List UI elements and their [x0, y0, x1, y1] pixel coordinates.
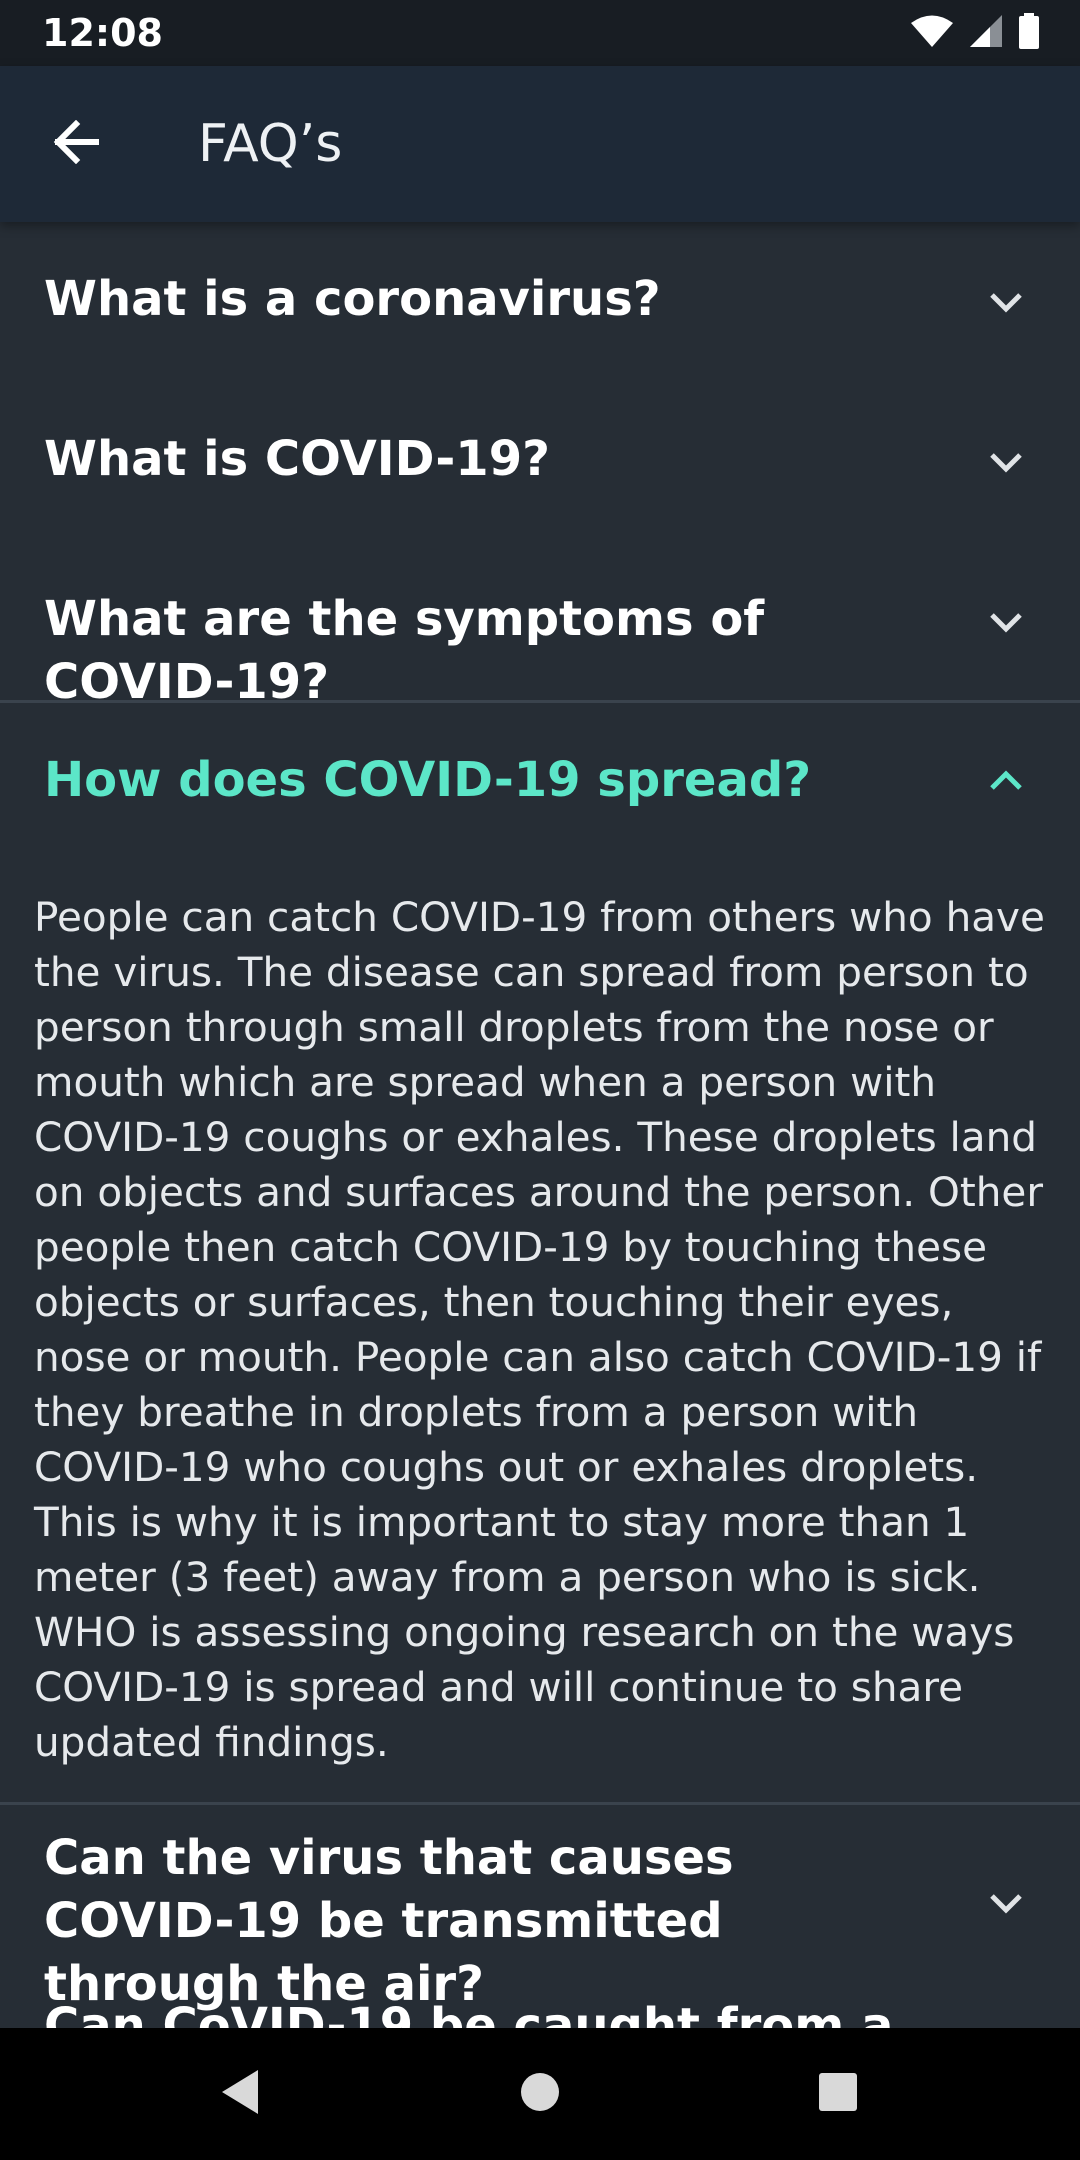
- faq-item-covid19[interactable]: What is COVID-19?: [0, 382, 1080, 542]
- nav-home-button[interactable]: [500, 2054, 580, 2134]
- page-title: FAQ’s: [198, 114, 343, 174]
- navigation-bar: [0, 2028, 1080, 2160]
- status-icons: [910, 13, 1040, 53]
- status-time: 12:08: [42, 11, 163, 55]
- chevron-down-icon[interactable]: [984, 440, 1028, 484]
- square-recents-icon: [817, 2071, 859, 2117]
- faq-question-active: How does COVID-19 spread?: [44, 752, 812, 808]
- circle-home-icon: [519, 2071, 561, 2117]
- faq-question: Can CoVID-19 be caught from a: [44, 1998, 894, 2028]
- wifi-icon: [910, 14, 954, 52]
- faq-question: What is COVID-19?: [44, 431, 550, 487]
- faq-question: Can the virus that causes COVID-19 be tr…: [44, 1830, 734, 2012]
- battery-icon: [1018, 13, 1040, 53]
- faq-item-coronavirus[interactable]: What is a coronavirus?: [0, 222, 1080, 382]
- faq-question: What is a coronavirus?: [44, 271, 661, 327]
- faq-item-symptoms[interactable]: What are the symptoms of COVID-19?: [0, 542, 1080, 710]
- app-bar: FAQ’s: [0, 66, 1080, 222]
- chevron-down-icon[interactable]: [984, 600, 1028, 644]
- triangle-back-icon: [218, 2068, 262, 2120]
- faq-item-spread[interactable]: How does COVID-19 spread?: [0, 703, 1080, 863]
- faq-question: What are the symptoms of COVID-19?: [44, 591, 765, 710]
- arrow-left-icon: [52, 119, 100, 168]
- chevron-down-icon[interactable]: [984, 1881, 1028, 1925]
- nav-recents-button[interactable]: [798, 2054, 878, 2134]
- back-button[interactable]: [34, 102, 118, 186]
- faq-list: What is a coronavirus? What is COVID-19?…: [0, 222, 1080, 2028]
- faq-screen: 12:08 FAQ’s What is a coronavirus? What …: [0, 0, 1080, 2160]
- faq-answer: People can catch COVID-19 from others wh…: [34, 893, 1045, 1766]
- chevron-up-icon[interactable]: [984, 759, 1028, 803]
- status-bar: 12:08: [0, 0, 1080, 66]
- faq-item-caught-from[interactable]: Can CoVID-19 be caught from a: [0, 1995, 1080, 2028]
- cellular-signal-icon: [968, 14, 1004, 52]
- chevron-down-icon[interactable]: [984, 280, 1028, 324]
- nav-back-button[interactable]: [200, 2054, 280, 2134]
- faq-item-airborne[interactable]: Can the virus that causes COVID-19 be tr…: [0, 1805, 1080, 2012]
